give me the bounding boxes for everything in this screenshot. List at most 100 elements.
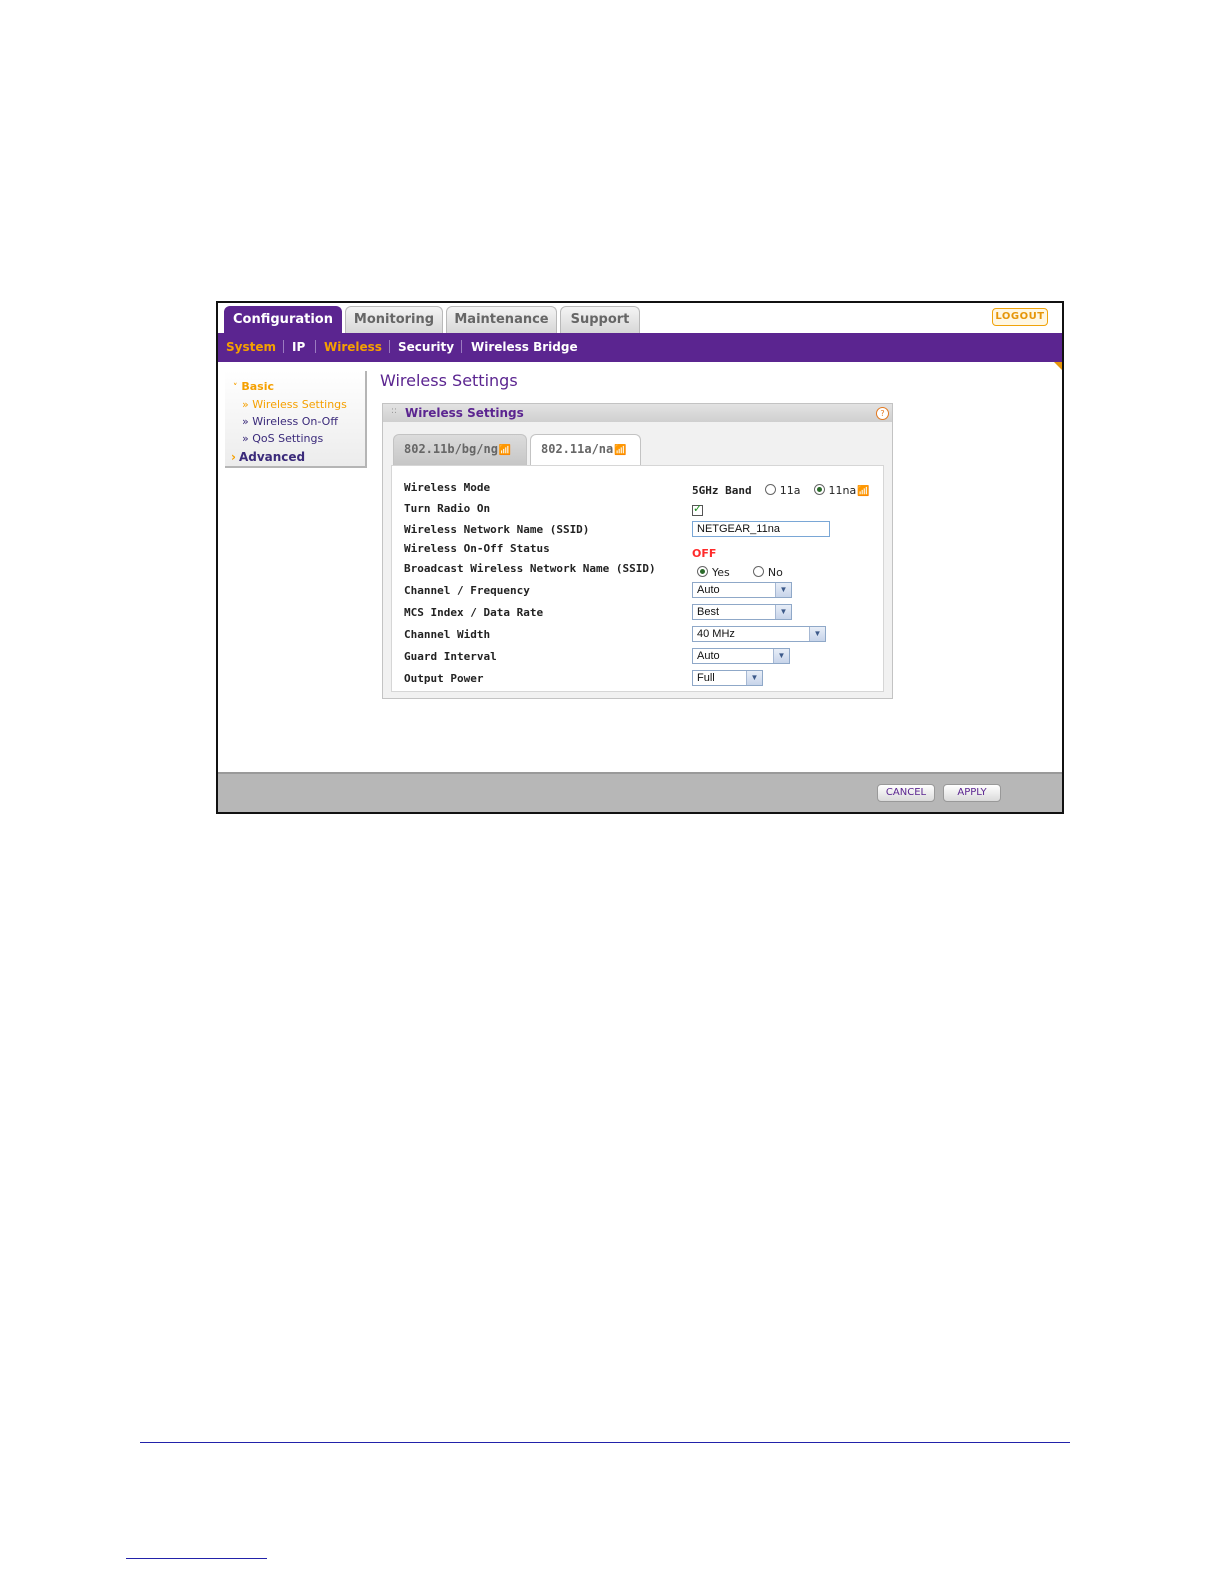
row-turn-radio-on: Turn Radio On <box>404 499 874 519</box>
tab-802-11bgng[interactable]: 802.11b/bg/ng📶 <box>393 434 527 465</box>
radio-no-label: No <box>767 566 783 579</box>
turn-radio-on-value <box>692 501 703 521</box>
subnav-security[interactable]: Security <box>398 340 454 354</box>
subnav-separator <box>389 340 390 353</box>
label-onoff-status: Wireless On-Off Status <box>404 542 550 555</box>
label-mcs: MCS Index / Data Rate <box>404 606 544 619</box>
radio-broadcast-yes[interactable] <box>697 566 708 577</box>
subnav-separator <box>283 340 284 353</box>
radio-11a[interactable] <box>764 484 776 495</box>
sidebar-advanced-label: Advanced <box>238 450 306 464</box>
label-ssid: Wireless Network Name (SSID) <box>404 523 590 536</box>
panel-title: Wireless Settings <box>405 406 524 420</box>
sidebar-item-label: Wireless On-Off <box>252 415 338 428</box>
sidebar-basic[interactable]: ˅ Basic <box>233 380 274 393</box>
mcs-select[interactable]: Best ▼ <box>692 604 792 620</box>
subnav-wireless[interactable]: Wireless <box>324 340 382 354</box>
sidebar-item-qos-settings[interactable]: » QoS Settings <box>242 432 323 445</box>
tab-support[interactable]: Support <box>560 306 640 333</box>
grip-icon: :: <box>391 406 398 416</box>
apply-button[interactable]: APPLY <box>943 784 1001 802</box>
channel-select[interactable]: Auto ▼ <box>692 582 792 598</box>
chevron-down-icon: ▼ <box>809 627 825 641</box>
tab-maintenance[interactable]: Maintenance <box>446 306 557 333</box>
guard-interval-value: Auto ▼ <box>692 648 790 668</box>
settings-form: Wireless Mode 5GHz Band 11a 11na📶 Turn R… <box>391 465 884 692</box>
wifi-icon: 📶 <box>614 445 627 456</box>
ssid-input[interactable]: NETGEAR_11na <box>692 521 830 537</box>
subnav-ip[interactable]: IP <box>292 340 305 354</box>
row-output-power: Output Power Full ▼ <box>404 669 874 689</box>
panel-header: :: Wireless Settings ? <box>383 404 892 422</box>
chevron-down-icon: ▼ <box>775 583 791 597</box>
help-icon[interactable]: ? <box>876 407 889 420</box>
tab-802-11ana[interactable]: 802.11a/na📶 <box>530 434 641 466</box>
tab-configuration[interactable]: Configuration <box>224 306 342 333</box>
bullet-icon: » <box>242 415 253 428</box>
cancel-button[interactable]: CANCEL <box>877 784 935 802</box>
subnav-separator <box>315 340 316 353</box>
tab-label: 802.11b/bg/ng <box>404 442 498 456</box>
wireless-settings-panel: :: Wireless Settings ? 802.11b/bg/ng📶 80… <box>382 403 893 699</box>
page-footnote-rule <box>126 1558 267 1559</box>
subnav-separator <box>461 340 462 353</box>
label-channel-width: Channel Width <box>404 628 491 641</box>
ssid-value: NETGEAR_11na <box>692 521 830 541</box>
sidebar-item-label: QoS Settings <box>252 432 324 445</box>
label-turn-radio-on: Turn Radio On <box>404 502 491 515</box>
output-power-selected: Full <box>697 672 715 684</box>
output-power-value: Full ▼ <box>692 670 763 690</box>
sidebar-advanced[interactable]: › Advanced <box>231 450 305 464</box>
row-broadcast-ssid: Broadcast Wireless Network Name (SSID) Y… <box>404 559 874 579</box>
chevron-right-icon: › <box>231 450 236 464</box>
chevron-down-icon: ˅ <box>233 383 238 393</box>
turn-radio-on-checkbox[interactable] <box>692 502 703 516</box>
label-broadcast-ssid: Broadcast Wireless Network Name (SSID) <box>404 562 656 575</box>
band-tabs: 802.11b/bg/ng📶 802.11a/na📶 <box>393 434 882 466</box>
sidebar-basic-label: Basic <box>241 380 274 393</box>
radio-yes-label: Yes <box>712 566 730 579</box>
band-label: 5GHz Band <box>692 484 752 497</box>
broadcast-value: Yes No <box>697 561 797 581</box>
channel-selected: Auto <box>697 584 720 596</box>
row-ssid: Wireless Network Name (SSID) NETGEAR_11n… <box>404 520 874 540</box>
radio-11na[interactable] <box>813 484 825 495</box>
row-channel-width: Channel Width 40 MHz ▼ <box>404 625 874 645</box>
top-tab-bar: Configuration Monitoring Maintenance Sup… <box>218 303 1062 333</box>
label-wireless-mode: Wireless Mode <box>404 481 491 494</box>
row-mcs: MCS Index / Data Rate Best ▼ <box>404 603 874 623</box>
sub-nav-bar: System IP Wireless Security Wireless Bri… <box>218 333 1062 370</box>
mcs-value: Best ▼ <box>692 604 792 624</box>
row-wireless-mode: Wireless Mode 5GHz Band 11a 11na📶 <box>404 478 874 498</box>
sidebar: ˅ Basic » Wireless Settings » Wireless O… <box>225 371 367 468</box>
row-channel: Channel / Frequency Auto ▼ <box>404 581 874 601</box>
tab-label: 802.11a/na <box>541 442 614 456</box>
chevron-down-icon: ▼ <box>746 671 762 685</box>
tab-monitoring[interactable]: Monitoring <box>345 306 443 333</box>
row-guard-interval: Guard Interval Auto ▼ <box>404 647 874 667</box>
subnav-wireless-bridge[interactable]: Wireless Bridge <box>471 340 578 354</box>
logout-button[interactable]: LOGOUT <box>992 308 1048 326</box>
guard-interval-select[interactable]: Auto ▼ <box>692 648 790 664</box>
channel-value: Auto ▼ <box>692 582 792 602</box>
label-channel: Channel / Frequency <box>404 584 530 597</box>
chevron-down-icon: ▼ <box>773 649 789 663</box>
label-guard-interval: Guard Interval <box>404 650 497 663</box>
bullet-icon: » <box>242 432 253 445</box>
sidebar-item-wireless-settings[interactable]: » Wireless Settings <box>242 398 347 411</box>
output-power-select[interactable]: Full ▼ <box>692 670 763 686</box>
router-admin-window: Configuration Monitoring Maintenance Sup… <box>216 301 1064 814</box>
guard-interval-selected: Auto <box>697 650 720 662</box>
label-output-power: Output Power <box>404 672 484 685</box>
sidebar-item-wireless-on-off[interactable]: » Wireless On-Off <box>242 415 338 428</box>
sidebar-item-label: Wireless Settings <box>252 398 347 411</box>
wifi-icon: 📶 <box>857 486 870 497</box>
mcs-selected: Best <box>697 606 720 618</box>
radio-broadcast-no[interactable] <box>752 566 764 577</box>
radio-11a-label: 11a <box>779 484 801 497</box>
channel-width-select[interactable]: 40 MHz ▼ <box>692 626 826 642</box>
bullet-icon: » <box>242 398 253 411</box>
subnav-system[interactable]: System <box>226 340 276 354</box>
channel-width-selected: 40 MHz <box>697 628 735 640</box>
wireless-mode-value: 5GHz Band 11a 11na📶 <box>692 479 870 499</box>
